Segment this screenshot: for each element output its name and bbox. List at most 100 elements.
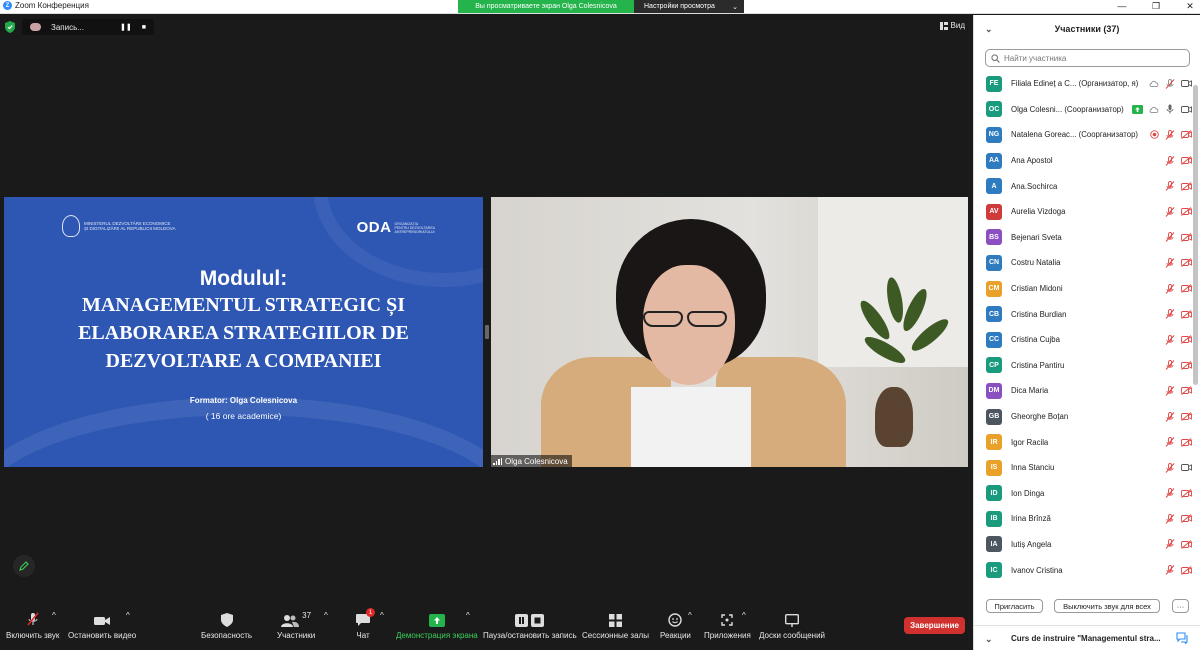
participant-row[interactable]: IS Inna Stanciu (974, 455, 1192, 481)
mic-muted-icon[interactable] (1165, 360, 1175, 371)
maximize-button[interactable]: ❐ (1150, 0, 1162, 13)
participants-button[interactable]: 37 Участники (277, 611, 315, 640)
speaker-video[interactable]: Olga Colesnicova (491, 197, 968, 467)
participant-row[interactable]: IC Ivanov Cristina (974, 557, 1192, 583)
video-camera-icon[interactable] (1181, 105, 1192, 114)
mic-muted-icon[interactable] (1165, 232, 1175, 243)
participant-row[interactable]: CC Cristina Cujba (974, 327, 1192, 353)
participant-row[interactable]: AA Ana Apostol (974, 148, 1192, 174)
audio-options-caret[interactable]: ^ (52, 611, 56, 620)
video-off-icon[interactable] (1181, 514, 1192, 524)
mic-muted-icon[interactable] (1165, 539, 1175, 550)
annotate-pencil-button[interactable] (13, 555, 35, 577)
video-off-icon[interactable] (1181, 309, 1192, 319)
participant-row[interactable]: CB Cristina Burdian (974, 301, 1192, 327)
video-off-icon[interactable] (1181, 233, 1192, 242)
participant-row[interactable]: A Ana.Sochirca (974, 173, 1192, 199)
participant-row[interactable]: ID Ion Dinga (974, 481, 1192, 507)
scrollbar-thumb[interactable] (1193, 85, 1198, 385)
mic-muted-icon[interactable] (1165, 385, 1175, 396)
chat-popout-icon[interactable] (1176, 632, 1188, 646)
view-button[interactable]: Вид (939, 21, 965, 30)
chat-button[interactable]: 1 Чат (356, 608, 375, 640)
video-off-icon[interactable] (1181, 412, 1192, 421)
mic-muted-icon[interactable] (1165, 411, 1175, 422)
video-off-icon[interactable] (1181, 360, 1192, 370)
mic-muted-icon[interactable] (1165, 462, 1175, 473)
video-off-icon[interactable] (1181, 386, 1192, 396)
participant-row[interactable]: AV Aurelia Vizdoga (974, 199, 1192, 225)
oda-sub-line-3: ANTREPRENORIATULUI (394, 229, 435, 234)
pause-recording-icon[interactable]: ❚❚ (120, 23, 132, 31)
mic-muted-icon[interactable] (1165, 130, 1175, 140)
video-off-icon[interactable] (1181, 284, 1192, 293)
participant-row[interactable]: CP Cristina Pantiru (974, 353, 1192, 379)
video-off-icon[interactable] (1181, 565, 1192, 575)
participant-row[interactable]: GB Gheorghe Boțan (974, 404, 1192, 430)
whiteboards-button[interactable]: Доски сообщений (759, 611, 825, 640)
minimize-button[interactable]: — (1116, 0, 1128, 13)
mic-muted-icon[interactable] (1165, 155, 1175, 166)
mic-muted-icon[interactable] (1165, 78, 1175, 89)
participant-row[interactable]: CN Costru Natalia (974, 250, 1192, 276)
participant-row[interactable]: IB Irina Brînză (974, 506, 1192, 532)
participant-row[interactable]: FE Filiala Edineț a C... (Организатор, я) (974, 71, 1192, 97)
zoom-app: Z Zoom Конференция Вы просматриваете экр… (0, 0, 1200, 650)
participant-row[interactable]: IR Igor Racila (974, 429, 1192, 455)
breakout-rooms-button[interactable]: Сессионные залы (582, 611, 649, 640)
collapse-panel-icon[interactable]: ⌄ (985, 24, 993, 35)
end-meeting-button[interactable]: Завершение (904, 617, 965, 634)
share-options-caret[interactable]: ^ (466, 611, 470, 620)
encryption-shield-icon[interactable] (4, 20, 16, 34)
mic-muted-icon[interactable] (1165, 206, 1175, 217)
mic-muted-icon[interactable] (1165, 437, 1175, 447)
participant-search-input[interactable]: Найти участника (985, 49, 1190, 67)
mute-all-button[interactable]: Выключить звук для всех (1054, 599, 1160, 613)
mic-muted-icon[interactable] (1165, 283, 1175, 294)
participant-list-scrollbar[interactable] (1193, 71, 1198, 588)
mic-muted-icon[interactable] (1165, 565, 1175, 575)
participant-row[interactable]: DM Dica Maria (974, 378, 1192, 404)
video-off-icon[interactable] (1181, 181, 1192, 191)
chat-options-caret[interactable]: ^ (380, 611, 384, 620)
video-off-icon[interactable] (1181, 437, 1192, 447)
participants-options-caret[interactable]: ^ (324, 611, 328, 620)
invite-button[interactable]: Пригласить (986, 599, 1043, 613)
reactions-options-caret[interactable]: ^ (688, 611, 692, 620)
video-off-icon[interactable] (1181, 540, 1192, 549)
mic-muted-icon[interactable] (1165, 181, 1175, 192)
chevron-down-icon[interactable]: ⌄ (985, 634, 993, 645)
apps-options-caret[interactable]: ^ (742, 611, 746, 620)
split-view-divider[interactable] (485, 325, 489, 339)
security-button[interactable]: Безопасность (201, 611, 252, 640)
mic-muted-icon[interactable] (1165, 513, 1175, 524)
video-camera-icon[interactable] (1181, 79, 1192, 88)
participant-row[interactable]: OC Olga Colesni... (Соорганизатор) (974, 97, 1192, 123)
mic-muted-icon[interactable] (1165, 258, 1175, 268)
participant-row[interactable]: BS Bejenari Sveta (974, 225, 1192, 251)
view-settings-button[interactable]: Настройки просмотра ⌄ (634, 0, 744, 13)
mic-muted-icon[interactable] (1165, 309, 1175, 319)
video-off-icon[interactable] (1181, 258, 1192, 268)
participant-name: Ion Dinga (1011, 488, 1045, 498)
chat-section-header[interactable]: ⌄ Curs de instruire "Managementul stra..… (974, 625, 1200, 650)
video-off-icon[interactable] (1181, 130, 1192, 140)
more-options-button[interactable]: ··· (1172, 599, 1189, 613)
pause-stop-recording-button[interactable]: Пауза/остановить запись (483, 611, 577, 640)
close-button[interactable]: ✕ (1184, 0, 1196, 13)
video-off-icon[interactable] (1181, 488, 1192, 498)
video-off-icon[interactable] (1181, 207, 1192, 217)
participants-panel-header: ⌄ Участники (37) (974, 15, 1200, 43)
video-options-caret[interactable]: ^ (126, 611, 130, 620)
video-off-icon[interactable] (1181, 156, 1192, 165)
stop-recording-icon[interactable]: ■ (142, 24, 146, 31)
participant-row[interactable]: IA Iutiș Angela (974, 532, 1192, 558)
mic-muted-icon[interactable] (1165, 334, 1175, 345)
mic-icon[interactable] (1165, 104, 1175, 114)
video-off-icon[interactable] (1181, 335, 1192, 345)
video-camera-icon[interactable] (1181, 463, 1192, 472)
participant-row[interactable]: CM Cristian Midoni (974, 276, 1192, 302)
mic-muted-icon[interactable] (1165, 488, 1175, 499)
reactions-button[interactable]: Реакции (660, 611, 691, 640)
participant-row[interactable]: NG Natalena Goreac... (Соорганизатор) (974, 122, 1192, 148)
